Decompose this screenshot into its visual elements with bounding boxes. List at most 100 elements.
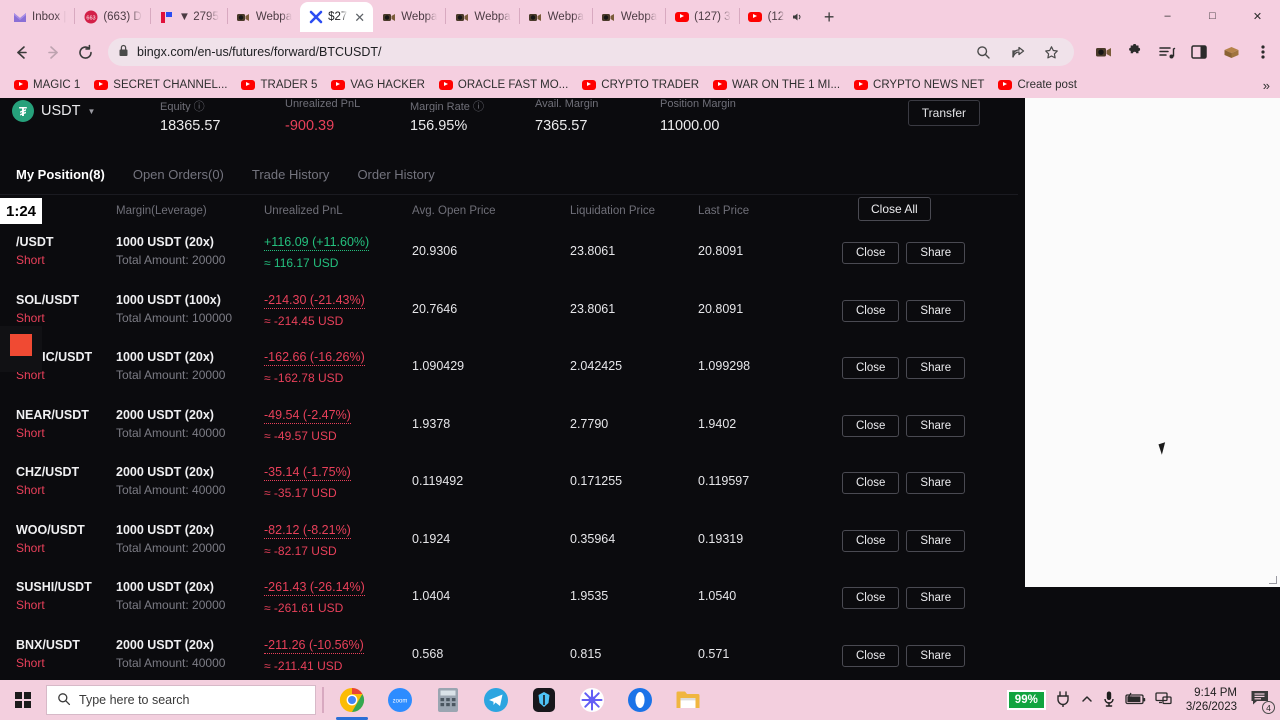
tab-audio-icon[interactable]	[789, 10, 804, 25]
close-icon[interactable]: ✕	[354, 11, 365, 24]
tab-trade-history[interactable]: Trade History	[252, 167, 330, 182]
bookmarks-overflow-icon[interactable]: »	[1263, 78, 1272, 93]
bookmark-item[interactable]: WAR ON THE 1 MI...	[707, 77, 846, 93]
close-position-button[interactable]: Close	[842, 299, 900, 322]
maximize-icon[interactable]: □	[1190, 0, 1235, 32]
table-row[interactable]: MATIC/USDT Short 1000 USDT (20x) Total A…	[0, 342, 1025, 400]
back-icon[interactable]	[6, 37, 36, 67]
webcam-extension-icon[interactable]	[1092, 41, 1114, 63]
table-row[interactable]: NEAR/USDT Short 2000 USDT (20x) Total Am…	[0, 400, 1025, 458]
symbol-text: /USDT	[16, 235, 54, 249]
webcam-icon	[236, 10, 251, 25]
browser-tab[interactable]: Webpa	[593, 2, 665, 32]
microphone-icon[interactable]	[1103, 690, 1115, 711]
bookmark-item[interactable]: TRADER 5	[235, 77, 323, 93]
taskbar-zoom-button[interactable]: zoom	[378, 680, 422, 720]
margin-text: 1000 USDT (20x)	[116, 580, 214, 594]
package-extension-icon[interactable]	[1220, 41, 1242, 63]
side-text: Short	[16, 425, 45, 440]
bookmark-item[interactable]: MAGIC 1	[8, 77, 86, 93]
browser-tab[interactable]: ▼ 2795	[151, 2, 227, 32]
table-row[interactable]: BNX/USDT Short 2000 USDT (20x) Total Amo…	[0, 630, 1025, 681]
table-row[interactable]: SOL/USDT Short 1000 USDT (100x) Total Am…	[0, 285, 1025, 343]
tab-my-position[interactable]: My Position(8)	[16, 167, 105, 182]
share-position-button[interactable]: Share	[906, 357, 966, 379]
browser-tab[interactable]: (12	[740, 2, 813, 32]
browser-tab[interactable]: Webpa	[373, 2, 445, 32]
asset-selector[interactable]: ₮ USDT ▼	[12, 100, 95, 122]
browser-tab[interactable]: (127) 3	[666, 2, 738, 32]
forward-icon[interactable]	[38, 37, 68, 67]
bookmark-item[interactable]: CRYPTO NEWS NET	[848, 77, 990, 93]
close-all-button[interactable]: Close All	[858, 197, 931, 221]
share-icon[interactable]	[1006, 41, 1028, 63]
reload-icon[interactable]	[70, 37, 100, 67]
window-close-icon[interactable]: ✕	[1235, 0, 1280, 32]
close-position-button[interactable]: Close	[842, 357, 900, 379]
taskbar-brave-button[interactable]	[522, 680, 566, 720]
browser-tab[interactable]: Webpa	[520, 2, 592, 32]
close-position-button[interactable]: Close	[842, 414, 900, 437]
tab-open-orders[interactable]: Open Orders(0)	[133, 167, 224, 182]
browser-tab[interactable]: Webpa	[228, 2, 300, 32]
taskbar-opera-button[interactable]	[618, 680, 662, 720]
bookmark-item[interactable]: SECRET CHANNEL...	[88, 77, 233, 93]
reading-list-icon[interactable]	[1156, 41, 1178, 63]
table-row[interactable]: /USDT Short 1000 USDT (20x) Total Amount…	[0, 227, 1025, 285]
browser-tab[interactable]: Inbox |	[4, 2, 74, 32]
chevron-down-icon[interactable]: ▼	[87, 107, 95, 116]
close-position-button[interactable]: Close	[842, 644, 900, 667]
metric-value: 156.95%	[410, 118, 468, 134]
bookmark-item[interactable]: ORACLE FAST MO...	[433, 77, 574, 93]
bookmark-item[interactable]: CRYPTO TRADER	[576, 77, 705, 93]
address-bar[interactable]: bingx.com/en-us/futures/forward/BTCUSDT/	[108, 38, 1074, 66]
share-position-button[interactable]: Share	[906, 472, 966, 494]
minimize-icon[interactable]: –	[1145, 0, 1190, 32]
search-icon[interactable]	[972, 41, 994, 63]
browser-tab-active[interactable]: $27 ✕	[300, 2, 374, 32]
share-position-button[interactable]: Share	[906, 414, 966, 437]
resize-grip-icon[interactable]	[1269, 576, 1277, 584]
table-row[interactable]: WOO/USDT Short 1000 USDT (20x) Total Amo…	[0, 515, 1025, 573]
start-button[interactable]	[0, 680, 46, 720]
taskbar-calculator-button[interactable]	[426, 680, 470, 720]
bookmark-item[interactable]: VAG HACKER	[325, 77, 431, 93]
taskbar-telegram-button[interactable]	[474, 680, 518, 720]
share-position-button[interactable]: Share	[906, 242, 966, 264]
side-panel-icon[interactable]	[1188, 41, 1210, 63]
table-row[interactable]: CHZ/USDT Short 2000 USDT (20x) Total Amo…	[0, 457, 1025, 515]
share-position-button[interactable]: Share	[906, 587, 966, 609]
taskbar-clock[interactable]: 9:14 PM 3/26/2023	[1182, 686, 1241, 714]
bookmark-star-icon[interactable]	[1040, 41, 1062, 63]
share-position-button[interactable]: Share	[906, 529, 966, 552]
taskbar-search[interactable]: Type here to search	[46, 685, 316, 715]
youtube-icon	[331, 80, 346, 90]
chrome-menu-icon[interactable]	[1252, 41, 1274, 63]
bookmark-item[interactable]: Create post	[992, 77, 1082, 93]
show-hidden-icons-chevron[interactable]	[1080, 692, 1094, 709]
close-position-button[interactable]: Close	[842, 587, 900, 609]
taskbar-file-explorer-button[interactable]	[666, 680, 710, 720]
close-position-button[interactable]: Close	[842, 529, 900, 552]
browser-tab[interactable]: 663 (663) D	[75, 2, 149, 32]
notification-center-button[interactable]: 4	[1250, 689, 1275, 714]
battery-charging-icon[interactable]	[1124, 692, 1146, 709]
bookmark-label: TRADER 5	[260, 79, 318, 91]
new-tab-button[interactable]: +	[816, 4, 842, 30]
browser-tab[interactable]: Webpa	[446, 2, 518, 32]
cell-symbol: WOO/USDT Short	[16, 515, 116, 573]
tab-order-history[interactable]: Order History	[357, 167, 434, 182]
share-position-button[interactable]: Share	[906, 299, 966, 322]
metric-value: 18365.57	[160, 118, 221, 134]
close-position-button[interactable]: Close	[842, 242, 900, 264]
transfer-button[interactable]: Transfer	[907, 100, 980, 126]
cell-margin: 1000 USDT (20x) Total Amount: 20000	[116, 572, 264, 630]
extensions-puzzle-icon[interactable]	[1124, 41, 1146, 63]
cell-avg-open-price: 1.9378	[412, 416, 451, 431]
close-position-button[interactable]: Close	[842, 472, 900, 494]
share-position-button[interactable]: Share	[906, 644, 966, 667]
taskbar-chrome-button[interactable]	[330, 680, 374, 720]
taskbar-loom-button[interactable]	[570, 680, 614, 720]
network-icon[interactable]	[1155, 691, 1173, 709]
table-row[interactable]: SUSHI/USDT Short 1000 USDT (20x) Total A…	[0, 572, 1025, 630]
